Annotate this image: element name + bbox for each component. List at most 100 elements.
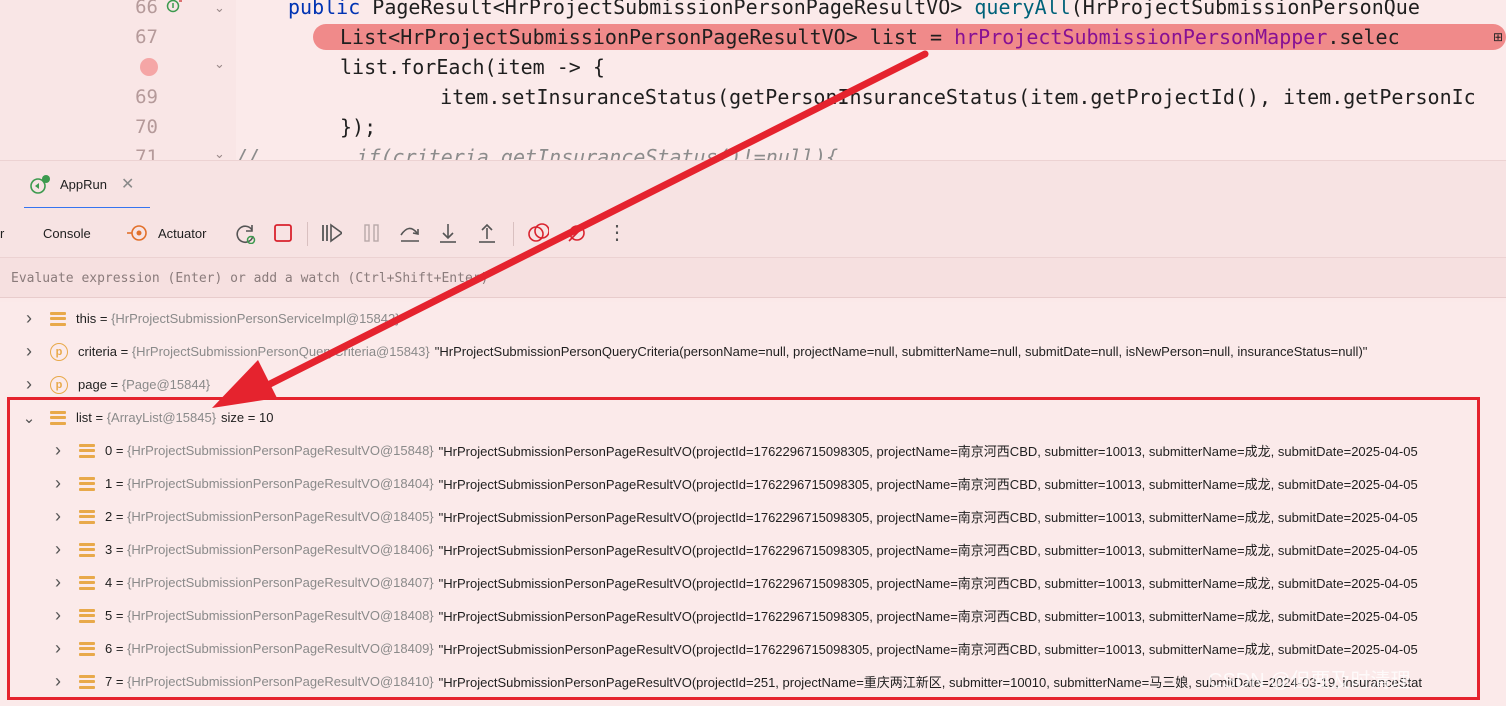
code-line[interactable]: 66 public PageResult<HrProjectSubmissionP…	[0, 0, 1506, 22]
variable-row[interactable]: › this = {HrProjectSubmissionPersonServic…	[0, 302, 1506, 335]
mute-breakpoints-button[interactable]	[566, 208, 588, 258]
equals-sign: =	[117, 344, 132, 359]
field-icon	[50, 410, 66, 425]
line-number: 69	[135, 86, 158, 108]
equals-sign: =	[112, 575, 128, 590]
code-token: PageResult<HrProjectSubmissionPersonPage…	[372, 0, 975, 19]
stop-icon	[274, 224, 292, 242]
code-line[interactable]: 70});	[0, 112, 1506, 142]
variable-name: 2	[105, 509, 113, 524]
list-element-row[interactable]: › 4 = {HrProjectSubmissionPersonPageResul…	[0, 566, 1506, 599]
close-icon[interactable]: ✕	[121, 174, 134, 194]
rerun-icon	[236, 225, 256, 244]
code-line[interactable]: 71 // if(criteria.getInsuranceStatus()!=n…	[0, 142, 1506, 160]
resume-button[interactable]	[320, 208, 342, 258]
breakpoints-icon	[528, 223, 549, 242]
chevron-right-icon[interactable]: ›	[51, 572, 65, 593]
variable-name: 3	[105, 542, 113, 557]
variable-row[interactable]: › p criteria = {HrProjectSubmissionPersonQ…	[0, 335, 1506, 368]
chevron-right-icon[interactable]: ›	[22, 374, 36, 395]
code-line[interactable]: 67 List<HrProjectSubmissionPersonPageResu…	[0, 22, 1506, 52]
code-token: // if(criteria.getInsuranceStatus()!=nul…	[236, 145, 839, 160]
code-text: // if(criteria.getInsuranceStatus()!=nul…	[236, 142, 838, 160]
step-out-button[interactable]	[476, 208, 498, 258]
chevron-right-icon[interactable]: ›	[51, 605, 65, 626]
field-icon	[79, 608, 95, 623]
tab-debugger-partial[interactable]: r	[0, 208, 4, 258]
line-number: 71	[135, 146, 158, 160]
code-token: List<HrProjectSubmissionPersonPageResult…	[340, 25, 955, 49]
equals-sign: =	[112, 509, 128, 524]
tab-label: AppRun	[60, 176, 107, 192]
code-token: public	[288, 0, 373, 19]
chevron-right-icon[interactable]: ›	[22, 308, 36, 329]
evaluate-expression-input[interactable]	[0, 258, 1506, 298]
line-number: 67	[135, 26, 158, 48]
equals-sign: =	[91, 410, 107, 425]
variable-value: "HrProjectSubmissionPersonPageResultVO(p…	[438, 642, 1418, 657]
list-element-row[interactable]: › 1 = {HrProjectSubmissionPersonPageResul…	[0, 467, 1506, 500]
tab-actuator[interactable]: Actuator	[126, 208, 206, 258]
scroll-marker-icon: ⊞	[1493, 30, 1504, 44]
run-tool-window-header: AppRun ✕	[0, 160, 1506, 209]
variable-name: list	[76, 410, 92, 425]
list-element-row[interactable]: › 3 = {HrProjectSubmissionPersonPageResul…	[0, 533, 1506, 566]
run-config-icon	[30, 175, 50, 194]
step-over-button[interactable]	[398, 208, 420, 258]
step-into-button[interactable]	[437, 208, 459, 258]
list-element-row[interactable]: › 5 = {HrProjectSubmissionPersonPageResul…	[0, 599, 1506, 632]
pause-button[interactable]	[361, 208, 383, 258]
list-element-row[interactable]: › 7 = {HrProjectSubmissionPersonPageResul…	[0, 665, 1506, 698]
variable-type: {HrProjectSubmissionPersonPageResultVO@1…	[127, 542, 434, 557]
list-element-row[interactable]: › 2 = {HrProjectSubmissionPersonPageResul…	[0, 500, 1506, 533]
field-icon	[79, 641, 95, 656]
chevron-right-icon[interactable]: ›	[51, 440, 65, 461]
view-breakpoints-button[interactable]	[527, 208, 549, 258]
tab-apprun[interactable]: AppRun ✕	[24, 161, 150, 209]
code-text: list.forEach(item -> {	[340, 52, 605, 82]
list-element-row[interactable]: › 6 = {HrProjectSubmissionPersonPageResul…	[0, 632, 1506, 665]
chevron-down-icon[interactable]: ⌄	[22, 409, 36, 427]
chevron-right-icon[interactable]: ›	[51, 506, 65, 527]
more-options-button[interactable]: ⋮	[607, 208, 627, 258]
code-token: list.forEach(item -> {	[340, 55, 605, 79]
chevron-right-icon[interactable]: ›	[51, 638, 65, 659]
chevron-right-icon[interactable]: ›	[51, 539, 65, 560]
code-text: item.setInsuranceStatus(getPersonInsuran…	[392, 82, 1476, 112]
chevron-right-icon[interactable]: ›	[22, 341, 36, 362]
mute-breakpoints-icon	[568, 224, 586, 242]
more-vertical-icon: ⋮	[607, 222, 627, 244]
code-line[interactable]: 69 item.setInsuranceStatus(getPersonInsu…	[0, 82, 1506, 112]
variable-type: {HrProjectSubmissionPersonPageResultVO@1…	[127, 575, 434, 590]
code-editor[interactable]: ⌄ ⌄ ⌄ 66 public PageResult<HrProjectSubmi…	[0, 0, 1506, 160]
variable-value: "HrProjectSubmissionPersonPageResultVO(p…	[438, 510, 1418, 525]
chevron-right-icon[interactable]: ›	[51, 671, 65, 692]
code-text: List<HrProjectSubmissionPersonPageResult…	[340, 22, 1400, 52]
list-element-row[interactable]: › 0 = {HrProjectSubmissionPersonPageResul…	[0, 434, 1506, 467]
variable-name: criteria	[78, 344, 118, 359]
tab-label: Console	[43, 225, 91, 241]
code-line[interactable]: list.forEach(item -> {	[0, 52, 1506, 82]
variable-value: "HrProjectSubmissionPersonPageResultVO(p…	[438, 675, 1422, 690]
field-icon	[50, 311, 66, 326]
equals-sign: =	[112, 476, 128, 491]
line-number: 70	[135, 116, 158, 138]
equals-sign: =	[112, 443, 128, 458]
variable-type: {HrProjectSubmissionPersonPageResultVO@1…	[127, 443, 434, 458]
variable-name: 1	[105, 476, 113, 491]
chevron-right-icon[interactable]: ›	[51, 473, 65, 494]
variable-value: "HrProjectSubmissionPersonPageResultVO(p…	[438, 444, 1418, 459]
evaluate-expression-bar	[0, 258, 1506, 298]
variable-name: this	[76, 311, 97, 326]
field-icon	[79, 674, 95, 689]
equals-sign: =	[112, 608, 128, 623]
tab-console[interactable]: Console	[43, 208, 91, 258]
rerun-button[interactable]	[234, 208, 256, 258]
field-icon	[79, 443, 95, 458]
variable-type: {HrProjectSubmissionPersonPageResultVO@1…	[127, 641, 434, 656]
variable-row[interactable]: › p page = {Page@15844}	[0, 368, 1506, 401]
variable-row[interactable]: ⌄ list = {ArrayList@15845} size = 10	[0, 401, 1506, 434]
stop-button[interactable]	[272, 208, 294, 258]
step-over-icon	[400, 227, 419, 242]
variable-type: {HrProjectSubmissionPersonPageResultVO@1…	[127, 476, 434, 491]
